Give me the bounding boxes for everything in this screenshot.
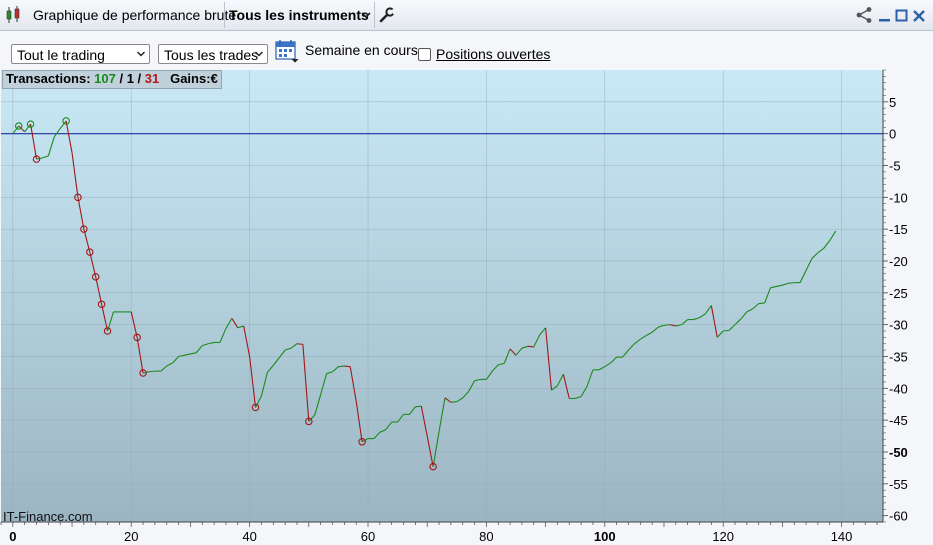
- y-tick-label: -5: [889, 158, 901, 173]
- curve-segment: [296, 343, 303, 345]
- y-tick-label: -60: [889, 509, 908, 524]
- y-tick-label: -25: [889, 286, 908, 301]
- y-tick-label: -40: [889, 381, 908, 396]
- plot-background: [1, 70, 883, 522]
- y-tick-label: 0: [889, 127, 896, 142]
- y-tick-label: -50: [889, 445, 908, 460]
- x-tick-label: 100: [594, 529, 616, 544]
- y-tick-label: -15: [889, 222, 908, 237]
- wins-count: 107: [94, 71, 116, 86]
- curve-segment: [758, 302, 765, 305]
- x-tick-label: 20: [124, 529, 138, 544]
- x-tick-label: 80: [479, 529, 493, 544]
- transactions-label: Transactions:: [6, 71, 91, 86]
- curve-segment: [148, 370, 155, 373]
- y-tick-label: -45: [889, 413, 908, 428]
- watermark: IT-Finance.com: [3, 509, 93, 524]
- y-tick-label: 5: [889, 95, 896, 110]
- curve-segment: [527, 345, 534, 348]
- losses-count: 31: [144, 71, 160, 86]
- curve-segment: [723, 329, 730, 332]
- curve-segment: [663, 324, 670, 326]
- y-tick-label: -35: [889, 349, 908, 364]
- gains-label: Gains:: [170, 71, 211, 86]
- x-tick-label: 140: [831, 529, 853, 544]
- curve-segment: [344, 365, 351, 368]
- y-tick-label: -20: [889, 254, 908, 269]
- transactions-summary: Transactions: 107 / 1 / 31 Gains:€: [2, 70, 222, 89]
- neutral-count: 1: [126, 71, 134, 86]
- curve-segment: [338, 365, 345, 368]
- curve-segment: [788, 282, 795, 284]
- y-tick-label: -10: [889, 190, 908, 205]
- y-tick-label: -30: [889, 318, 908, 333]
- stats-separator: /: [133, 71, 145, 86]
- x-tick-label: 40: [242, 529, 256, 544]
- x-tick-label: 60: [361, 529, 375, 544]
- y-tick-label: -55: [889, 477, 908, 492]
- gains-unit: €: [210, 71, 218, 86]
- x-tick-label: 120: [712, 529, 734, 544]
- stats-separator: /: [115, 71, 127, 86]
- curve-segment: [415, 405, 422, 408]
- x-tick-label: 0: [9, 529, 16, 544]
- curve-segment: [450, 401, 457, 403]
